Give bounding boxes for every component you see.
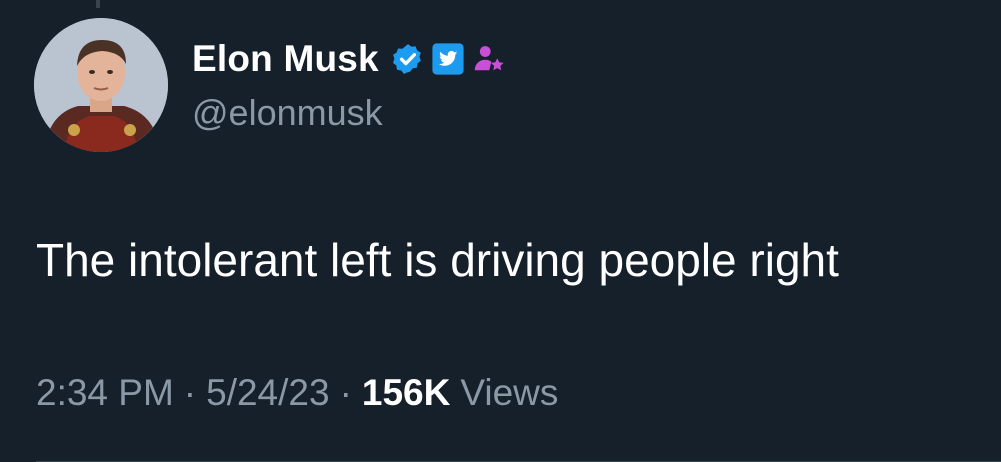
thread-line (96, 0, 100, 8)
verified-badge-icon[interactable] (391, 42, 425, 76)
twitter-bird-badge-icon[interactable] (431, 42, 465, 76)
avatar-image (34, 18, 168, 152)
tweet-date[interactable]: 5/24/23 (206, 372, 329, 414)
tweet-meta: 2:34 PM · 5/24/23 · 156K Views (36, 372, 558, 414)
badges (391, 41, 507, 77)
views-label[interactable]: Views (460, 372, 558, 414)
meta-separator: · (183, 372, 197, 413)
affiliate-person-star-icon[interactable] (471, 41, 507, 77)
author-name-row: Elon Musk (192, 34, 507, 84)
tweet-time[interactable]: 2:34 PM (36, 372, 174, 414)
tweet-card: Elon Musk @elonmusk The intolerant left … (0, 0, 1001, 462)
tweet-text: The intolerant left is driving people ri… (36, 234, 839, 286)
display-name[interactable]: Elon Musk (192, 38, 379, 80)
author-handle[interactable]: @elonmusk (192, 92, 383, 134)
avatar[interactable] (34, 18, 168, 152)
views-count[interactable]: 156K (362, 372, 450, 414)
meta-separator: · (339, 372, 352, 413)
